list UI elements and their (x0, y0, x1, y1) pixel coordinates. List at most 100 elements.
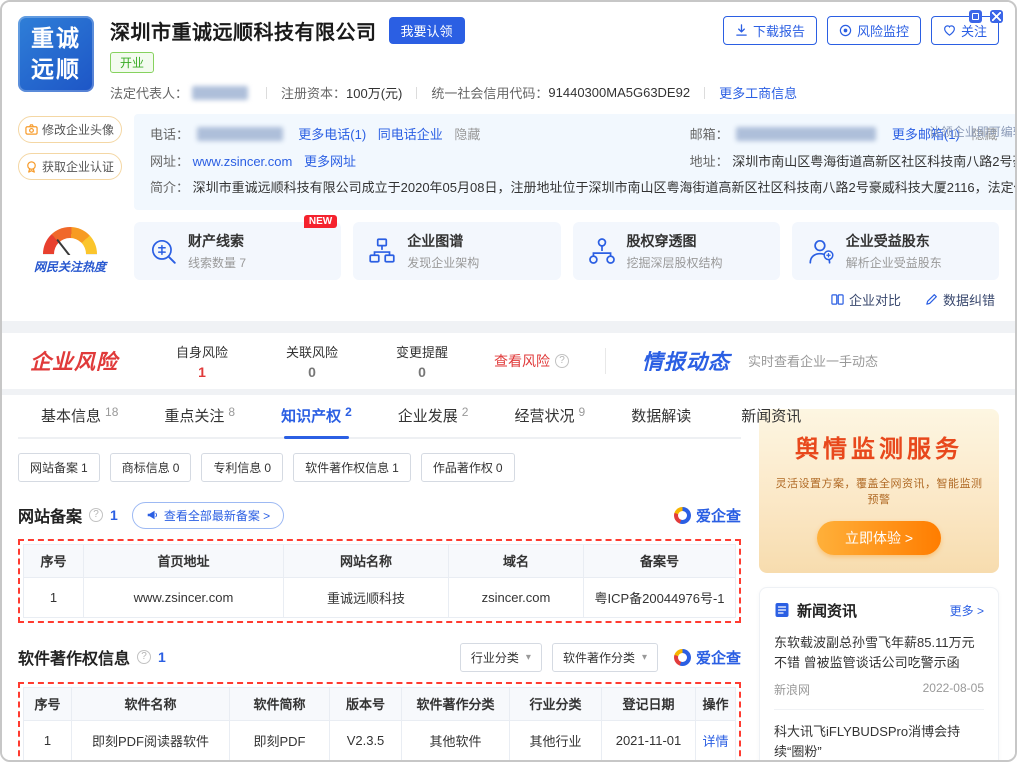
gauge-label: 网民关注热度 (18, 258, 122, 275)
detail-link[interactable]: 详情 (702, 734, 728, 749)
risk-item-self[interactable]: 自身风险 1 (176, 342, 228, 380)
section-gap (2, 321, 1015, 333)
same-phone-companies-link[interactable]: 同电话企业 (378, 127, 443, 142)
feature-card-company-graph[interactable]: 企业图谱 发现企业架构 (353, 222, 560, 280)
pill-trademark[interactable]: 商标信息0 (110, 453, 192, 482)
col-header: 首页地址 (84, 544, 284, 577)
news-item-date: 2022-08-05 (923, 681, 984, 698)
company-name: 深圳市重诚远顺科技有限公司 (110, 16, 377, 45)
website-link[interactable]: www.zsincer.com (193, 154, 293, 169)
cell-index: 1 (24, 577, 84, 617)
tab-news[interactable]: 新闻资讯 (718, 395, 828, 437)
software-category-filter-dropdown[interactable]: 软件著作分类 ▾ (552, 643, 658, 672)
get-certification-button[interactable]: 获取企业认证 (18, 153, 122, 180)
tab-count: 2 (345, 405, 352, 419)
cell-homepage: www.zsincer.com (84, 577, 284, 617)
address-value: 深圳市南山区粤海街道高新区社区科技南八路2号豪威科技大厦 (732, 154, 1017, 169)
hide-phone-link[interactable]: 隐藏 (454, 127, 480, 142)
risk-item-change[interactable]: 变更提醒 0 (396, 342, 448, 380)
divider (416, 87, 417, 99)
credit-code-label: 统一社会信用代码： (431, 83, 548, 102)
edit-avatar-label: 修改企业头像 (42, 121, 114, 138)
news-more-link[interactable]: 更多 > (950, 602, 984, 619)
intro-label: 简介： (150, 180, 189, 195)
reg-capital-label: 注册资本： (281, 83, 346, 102)
download-report-button[interactable]: 下载报告 (723, 16, 817, 45)
icp-count: 1 (110, 507, 118, 523)
tab-company-development[interactable]: 企业发展2 (375, 395, 492, 437)
news-item[interactable]: 东软载波副总孙雪飞年薪85.11万元不错 曾被监管谈话公司吃警示函 新浪网 20… (774, 621, 984, 710)
industry-filter-dropdown[interactable]: 行业分类 ▾ (460, 643, 542, 672)
col-header: 网站名称 (284, 544, 449, 577)
pill-work-copyright[interactable]: 作品著作权0 (421, 453, 515, 482)
aiqicha-brand-name: 爱企查 (696, 647, 741, 668)
feature-title: 财产线索 (188, 231, 246, 251)
icp-highlight-box: 序号 首页地址 网站名称 域名 备案号 1 www.zsincer.com (18, 539, 741, 623)
feature-desc: 挖掘深层股权结构 (627, 254, 723, 271)
aiqicha-brand[interactable]: 爱企查 (674, 505, 741, 526)
more-phones-link[interactable]: 更多电话(1) (298, 127, 366, 142)
aiqicha-logo-icon (674, 507, 691, 524)
feature-card-equity-penetration[interactable]: 股权穿透图 挖掘深层股权结构 (573, 222, 780, 280)
pill-software-copyright[interactable]: 软件著作权信息1 (293, 453, 411, 482)
status-badge: 开业 (110, 52, 154, 73)
pill-icp-filing[interactable]: 网站备案1 (18, 453, 100, 482)
certificate-icon (25, 160, 38, 173)
col-header: 域名 (449, 544, 584, 577)
risk-monitor-button[interactable]: 风险监控 (827, 16, 921, 45)
tab-operating-status[interactable]: 经营状况9 (491, 395, 608, 437)
icp-section-title: 网站备案 (18, 503, 82, 527)
website-label: 网址： (150, 154, 189, 169)
risk-logo: 企业风险 (30, 346, 118, 376)
feature-title: 企业受益股东 (846, 231, 942, 251)
feature-card-beneficial-shareholder[interactable]: 企业受益股东 解析企业受益股东 (792, 222, 999, 280)
more-websites-link[interactable]: 更多网址 (304, 154, 356, 169)
cell-software-category: 其他软件 (402, 720, 510, 760)
pill-patent[interactable]: 专利信息0 (201, 453, 283, 482)
view-all-filings-button[interactable]: 查看全部最新备案 > (132, 502, 284, 529)
more-business-info-link[interactable]: 更多工商信息 (719, 83, 797, 102)
window-widget-icon[interactable] (969, 10, 982, 23)
feature-card-property-clues[interactable]: NEW 财产线索 线索数量 7 (134, 222, 341, 280)
try-now-button[interactable]: 立即体验 > (817, 521, 941, 555)
address-label: 地址： (690, 154, 729, 169)
claim-company-button[interactable]: 我要认领 (389, 17, 465, 44)
software-highlight-box: 序号 软件名称 软件简称 版本号 软件著作分类 行业分类 登记日期 操作 (18, 682, 741, 762)
close-widget-icon[interactable] (990, 10, 1003, 23)
divider (266, 87, 267, 99)
credit-code-value: 91440300MA5G63DE92 (548, 85, 690, 100)
attention-gauge[interactable]: 网民关注热度 (18, 227, 122, 275)
corner-icons (969, 10, 1003, 23)
beneficial-shareholder-icon (806, 236, 836, 266)
aiqicha-brand[interactable]: 爱企查 (674, 647, 741, 668)
tab-key-focus[interactable]: 重点关注8 (141, 395, 258, 437)
phone-label: 电话： (150, 127, 189, 142)
cell-filing-number: 粤ICP备20044976号-1 (584, 577, 736, 617)
risk-item-related[interactable]: 关联风险 0 (286, 342, 338, 380)
claim-hint-text: 认领企业即可编辑信息， (929, 125, 1017, 139)
email-redacted (736, 127, 876, 141)
company-compare-link[interactable]: 企业对比 (831, 290, 901, 309)
tab-intellectual-property[interactable]: 知识产权2 (258, 395, 375, 437)
feature-title: 企业图谱 (407, 231, 479, 251)
edit-avatar-button[interactable]: 修改企业头像 (18, 116, 122, 143)
contact-panel: 认领企业即可编辑信息，去认领 电话： 更多电话(1) 同电话企业 隐藏 邮箱： … (134, 114, 1017, 210)
chevron-down-icon: ▾ (642, 652, 647, 663)
logo-text-line1: 重诚 (31, 23, 81, 54)
tab-count: 8 (228, 405, 235, 419)
news-item-source: 新浪网 (774, 681, 810, 698)
table-row: 1 即刻PDF阅读器软件 即刻PDF V2.3.5 其他软件 其他行业 2021… (24, 720, 736, 760)
question-icon: ? (89, 508, 103, 522)
sub-category-pills: 网站备案1 商标信息0 专利信息0 软件著作权信息1 作品著作权0 (18, 453, 741, 482)
get-certification-label: 获取企业认证 (42, 158, 114, 175)
data-correction-link[interactable]: 数据纠错 (925, 290, 995, 309)
icp-table: 序号 首页地址 网站名称 域名 备案号 1 www.zsincer.com (23, 544, 736, 618)
news-item[interactable]: 科大讯飞iFLYBUDSPro消博会持续“圈粉” 中国商务新闻网 2022-08… (774, 710, 984, 762)
tab-basic-info[interactable]: 基本信息18 (18, 395, 141, 437)
property-clues-icon (148, 236, 178, 266)
cell-industry: 其他行业 (510, 720, 602, 760)
software-section-title: 软件著作权信息 (18, 645, 130, 669)
view-risk-link[interactable]: 查看风险 ? (494, 351, 569, 371)
radar-icon (839, 24, 852, 37)
tab-data-interpretation[interactable]: 数据解读 (608, 395, 718, 437)
